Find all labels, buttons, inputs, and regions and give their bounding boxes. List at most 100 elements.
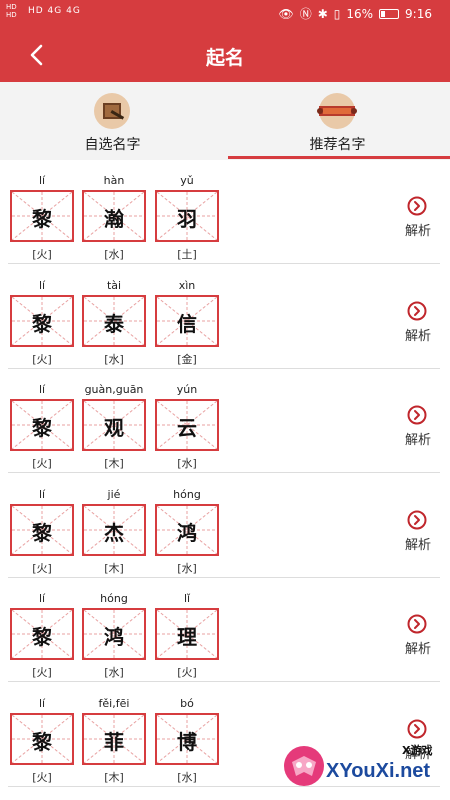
analyze-button[interactable]: 解析 [398, 510, 438, 554]
name-row: lí 黎 [火] hóng 鸿 [水] lǐ 理 [火] 解析 [0, 578, 450, 682]
analyze-button[interactable]: 解析 [398, 196, 438, 240]
analyze-button[interactable]: 解析 [398, 405, 438, 449]
active-tab-indicator [228, 156, 450, 159]
char-box: 黎 [10, 712, 74, 765]
eye-icon: 👁 [278, 6, 294, 21]
gamepad-logo-icon [284, 746, 324, 786]
hanzi-character: 黎 [32, 311, 52, 336]
hanzi-character: 黎 [32, 729, 52, 754]
five-element-label: [火] [32, 770, 52, 784]
signal-indicators: HD 4G 4G [28, 6, 81, 16]
hanzi-character: 黎 [32, 207, 52, 231]
circle-arrow-right-icon [407, 719, 427, 738]
title-bar: 起名 [0, 30, 450, 80]
tab-custom-names[interactable]: 自选名字 [0, 82, 225, 160]
hanzi-character: 信 [177, 311, 197, 336]
char-column: hóng 鸿 [水] [82, 578, 146, 682]
char-box: 信 [155, 294, 219, 347]
analyze-button[interactable]: 解析 [398, 301, 438, 345]
tab-label: 自选名字 [84, 137, 141, 153]
analyze-button[interactable]: 解析 [398, 614, 438, 658]
char-column: fěi,fēi 菲 [木] [82, 683, 146, 787]
char-box: 羽 [155, 190, 219, 242]
pinyin-label: lí [38, 696, 46, 710]
five-element-label: [火] [32, 457, 52, 470]
hanzi-character: 鸿 [104, 625, 124, 649]
circle-arrow-right-icon [407, 614, 427, 634]
five-element-label: [水] [104, 666, 124, 679]
status-right: 👁 Ⓝ ✱ ▯ 16% 9:16 [278, 5, 432, 22]
circle-arrow-right-icon [407, 510, 427, 529]
pinyin-label: lí [38, 278, 46, 292]
hanzi-character: 瀚 [104, 207, 124, 231]
pinyin-label: hóng [100, 592, 128, 605]
analyze-label: 解析 [404, 433, 431, 448]
char-column: jié 杰 [木] [82, 474, 146, 578]
scroll-icon [317, 93, 357, 129]
five-element-label: [火] [177, 666, 197, 679]
battery-percent: 16% [346, 6, 374, 21]
five-element-label: [水] [177, 561, 197, 575]
pinyin-label: tài [106, 278, 122, 292]
pinyin-label: lí [38, 592, 46, 605]
pinyin-label: xìn [178, 278, 196, 292]
char-column: lí 黎 [火] [10, 578, 74, 682]
char-column: lǐ 理 [火] [155, 578, 219, 682]
char-column: hàn 瀚 [水] [82, 160, 146, 264]
analyze-label: 解析 [404, 328, 431, 344]
five-element-label: [木] [104, 457, 124, 470]
watermark: X游戏 XYouXi.net [282, 740, 446, 798]
char-box: 黎 [10, 608, 74, 660]
char-box: 鸿 [155, 503, 219, 556]
analyze-label: 解析 [404, 642, 431, 657]
hanzi-character: 观 [104, 416, 124, 440]
char-box: 博 [155, 712, 219, 765]
five-element-label: [木] [104, 770, 124, 784]
five-element-label: [金] [177, 352, 197, 366]
pinyin-label: hàn [103, 174, 125, 187]
char-box: 杰 [82, 503, 146, 556]
char-column: tài 泰 [水] [82, 265, 146, 369]
hanzi-character: 博 [177, 729, 197, 754]
name-row: lí 黎 [火] guàn,guān 观 [木] yún 云 [水] 解析 [0, 369, 450, 473]
char-box: 云 [155, 399, 219, 451]
vibrate-icon: ▯ [333, 6, 341, 21]
char-column: lí 黎 [火] [10, 160, 74, 264]
pinyin-label: jié [107, 487, 121, 501]
hanzi-character: 鸿 [177, 520, 197, 545]
hanzi-character: 云 [177, 416, 197, 440]
five-element-label: [水] [104, 248, 124, 261]
pinyin-label: yǔ [180, 174, 194, 187]
pinyin-label: lí [38, 383, 46, 396]
char-box: 瀚 [82, 190, 146, 242]
char-column: lí 黎 [火] [10, 369, 74, 473]
pinyin-label: yún [176, 383, 198, 396]
char-column: lí 黎 [火] [10, 683, 74, 787]
watermark-top-text: X游戏 [402, 744, 433, 757]
hanzi-character: 泰 [104, 311, 124, 336]
battery-icon [379, 8, 400, 19]
char-box: 泰 [82, 294, 146, 347]
status-bar: HD HD HD 4G 4G 👁 Ⓝ ✱ ▯ 16% 9:16 [0, 0, 450, 26]
char-column: xìn 信 [金] [155, 265, 219, 369]
name-row: lí 黎 [火] tài 泰 [水] xìn 信 [金] 解析 [0, 265, 450, 369]
hanzi-character: 菲 [104, 729, 124, 754]
five-element-label: [水] [104, 352, 124, 366]
five-element-label: [水] [177, 770, 197, 784]
tab-label: 推荐名字 [309, 137, 366, 153]
char-column: hóng 鸿 [水] [155, 474, 219, 578]
watermark-main-text: XYouXi.net [326, 760, 431, 782]
char-box: 黎 [10, 294, 74, 347]
five-element-label: [土] [177, 248, 197, 261]
char-column: bó 博 [水] [155, 683, 219, 787]
char-box: 鸿 [82, 608, 146, 660]
clock: 9:16 [405, 6, 432, 21]
tab-recommended-names[interactable]: 推荐名字 [225, 82, 450, 160]
char-box: 黎 [10, 399, 74, 451]
char-box: 黎 [10, 190, 74, 242]
name-row: lí 黎 [火] hàn 瀚 [水] yǔ 羽 [土] 解析 [0, 160, 450, 264]
pinyin-label: lí [38, 174, 46, 187]
char-box: 理 [155, 608, 219, 660]
nfc-icon: Ⓝ [299, 7, 312, 21]
char-box: 黎 [10, 503, 74, 556]
